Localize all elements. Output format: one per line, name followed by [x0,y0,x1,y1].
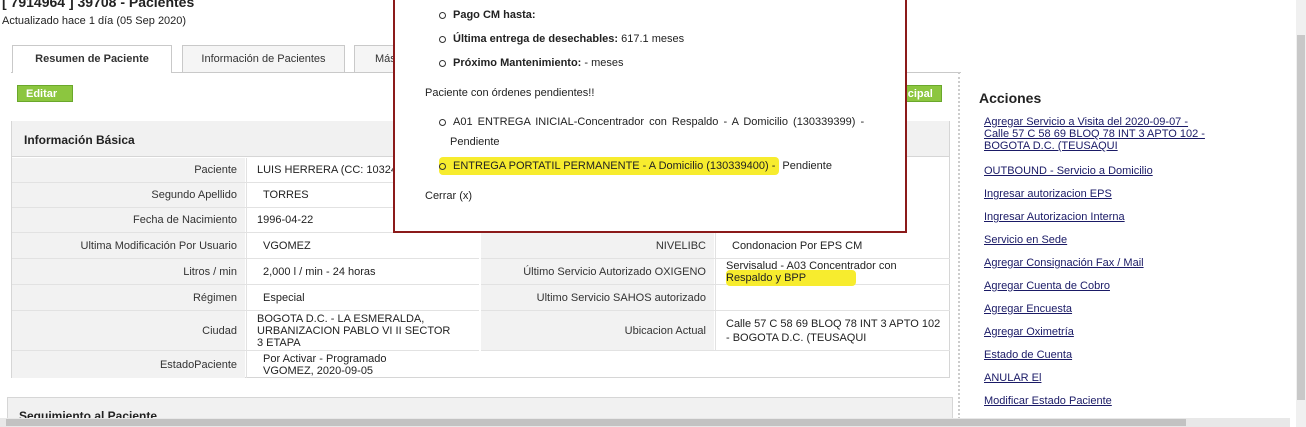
pending-orders-popup: Pago CM hasta: Última entrega de desecha… [393,0,907,233]
table-row: Ciudad BOGOTA D.C. - LA ESMERALDA, URBAN… [12,311,479,351]
table-row: EstadoPaciente Por Activar - Programado … [12,351,479,378]
tab-informacion[interactable]: Información de Pacientes [182,45,345,72]
popup-item: Próximo Mantenimiento: - meses [439,57,624,69]
bullet-icon [439,35,446,43]
vertical-scroll-thumb[interactable] [1297,35,1305,400]
horizontal-scroll-thumb[interactable] [6,419,1186,426]
table-row: NIVELIBC Condonacion Por EPS CM [481,233,950,259]
order-text: ENTREGA PORTATIL PERMANENTE - A Domicili… [453,160,776,172]
table-row: Ultimo Servicio SAHOS autorizado [481,285,950,311]
row-label: Litros / min [12,259,245,284]
row-label: Paciente [12,158,245,182]
basic-info-title: Información Básica [24,133,135,147]
popup-item-label: Próximo Mantenimiento: [453,57,582,69]
action-link-modificar-estado[interactable]: Modificar Estado Paciente [984,395,1112,407]
row-value: Condonacion Por EPS CM [715,233,950,258]
action-link-estado-cuenta[interactable]: Estado de Cuenta [984,349,1072,361]
row-value [715,285,950,310]
action-link-outbound[interactable]: OUTBOUND - Servicio a Domicilio [984,165,1153,177]
action-link-servicio-sede[interactable]: Servicio en Sede [984,234,1067,246]
column-divider [958,72,960,427]
table-row: Litros / min 2,000 l / min - 24 horas [12,259,479,285]
bullet-icon [439,11,446,19]
row-label: Régimen [12,285,245,310]
popup-item-label: Pago CM hasta: [453,9,536,21]
row-value: BOGOTA D.C. - LA ESMERALDA, URBANIZACION… [246,311,479,350]
popup-item-label: Última entrega de desechables: [453,33,619,45]
last-updated: Actualizado hace 1 día (05 Sep 2020) [2,15,187,27]
action-link-cuenta-cobro[interactable]: Agregar Cuenta de Cobro [984,280,1110,292]
row-label: Segundo Apellido [12,183,245,207]
table-row: Ultima Modificación Por Usuario VGOMEZ [12,233,479,259]
row-label: Ultima Modificación Por Usuario [12,233,245,258]
order-status: Pendiente [779,160,832,172]
row-value: Por Activar - Programado VGOMEZ, 2020-09… [246,351,479,378]
action-link-autorizacion-interna[interactable]: Ingresar Autorizacion Interna [984,211,1125,223]
row-value: Especial [246,285,479,310]
popup-item-value: 617.1 meses [621,33,685,45]
pending-order: ENTREGA PORTATIL PERMANENTE - A Domicili… [439,157,832,175]
bullet-icon [439,118,446,126]
bullet-icon [439,59,446,67]
page-title: [ 7914964 ] 39708 - Pacientes [2,0,195,10]
order-status: Pendiente [450,136,500,148]
row-label: Fecha de Nacimiento [12,208,245,232]
row-value: Servisalud - A03 Concentrador con Respal… [715,259,950,286]
tab-resumen[interactable]: Resumen de Paciente [12,45,172,73]
acciones-title: Acciones [979,90,1042,106]
row-label: NIVELIBC [481,233,714,258]
action-link-consignacion[interactable]: Agregar Consignación Fax / Mail [984,257,1144,269]
table-row: Régimen Especial [12,285,479,311]
action-link-encuesta[interactable]: Agregar Encuesta [984,303,1072,315]
row-value: Calle 57 C 58 69 BLOQ 78 INT 3 APTO 102 … [715,311,950,350]
order-text: A01 ENTREGA INICIAL-Concentrador con Res… [453,116,865,128]
action-link-oximetria[interactable]: Agregar Oximetría [984,326,1074,338]
row-label: Último Servicio Autorizado OXIGENO [481,259,714,284]
row-value: 2,000 l / min - 24 horas [246,259,479,284]
action-link-autorizacion-eps[interactable]: Ingresar autorizacion EPS [984,188,1112,200]
edit-button[interactable]: Editar [17,85,73,102]
pending-order: A01 ENTREGA INICIAL-Concentrador con Res… [439,116,864,128]
table-row: Último Servicio Autorizado OXIGENO Servi… [481,259,950,286]
action-link-agregar-servicio[interactable]: Agregar Servicio a Visita del 2020-09-07… [984,116,1214,152]
row-label: Ultimo Servicio SAHOS autorizado [481,285,714,310]
close-link[interactable]: Cerrar (x) [425,190,472,202]
row-value: VGOMEZ [246,233,479,258]
highlighted-order: ENTREGA PORTATIL PERMANENTE - A Domicili… [439,157,780,175]
table-row: Ubicacion Actual Calle 57 C 58 69 BLOQ 7… [481,311,950,351]
bullet-icon [439,162,446,170]
row-label: EstadoPaciente [12,351,245,378]
pending-orders-title: Paciente con órdenes pendientes!! [425,87,595,99]
row-label: Ciudad [12,311,245,350]
popup-item: Pago CM hasta: [439,9,536,21]
highlighted-text: Respaldo y BPP [726,270,857,286]
popup-item-value: - meses [584,57,624,69]
action-link-anular[interactable]: ANULAR El [984,372,1041,384]
row-label: Ubicacion Actual [481,311,714,350]
popup-item: Última entrega de desechables: 617.1 mes… [439,33,684,45]
